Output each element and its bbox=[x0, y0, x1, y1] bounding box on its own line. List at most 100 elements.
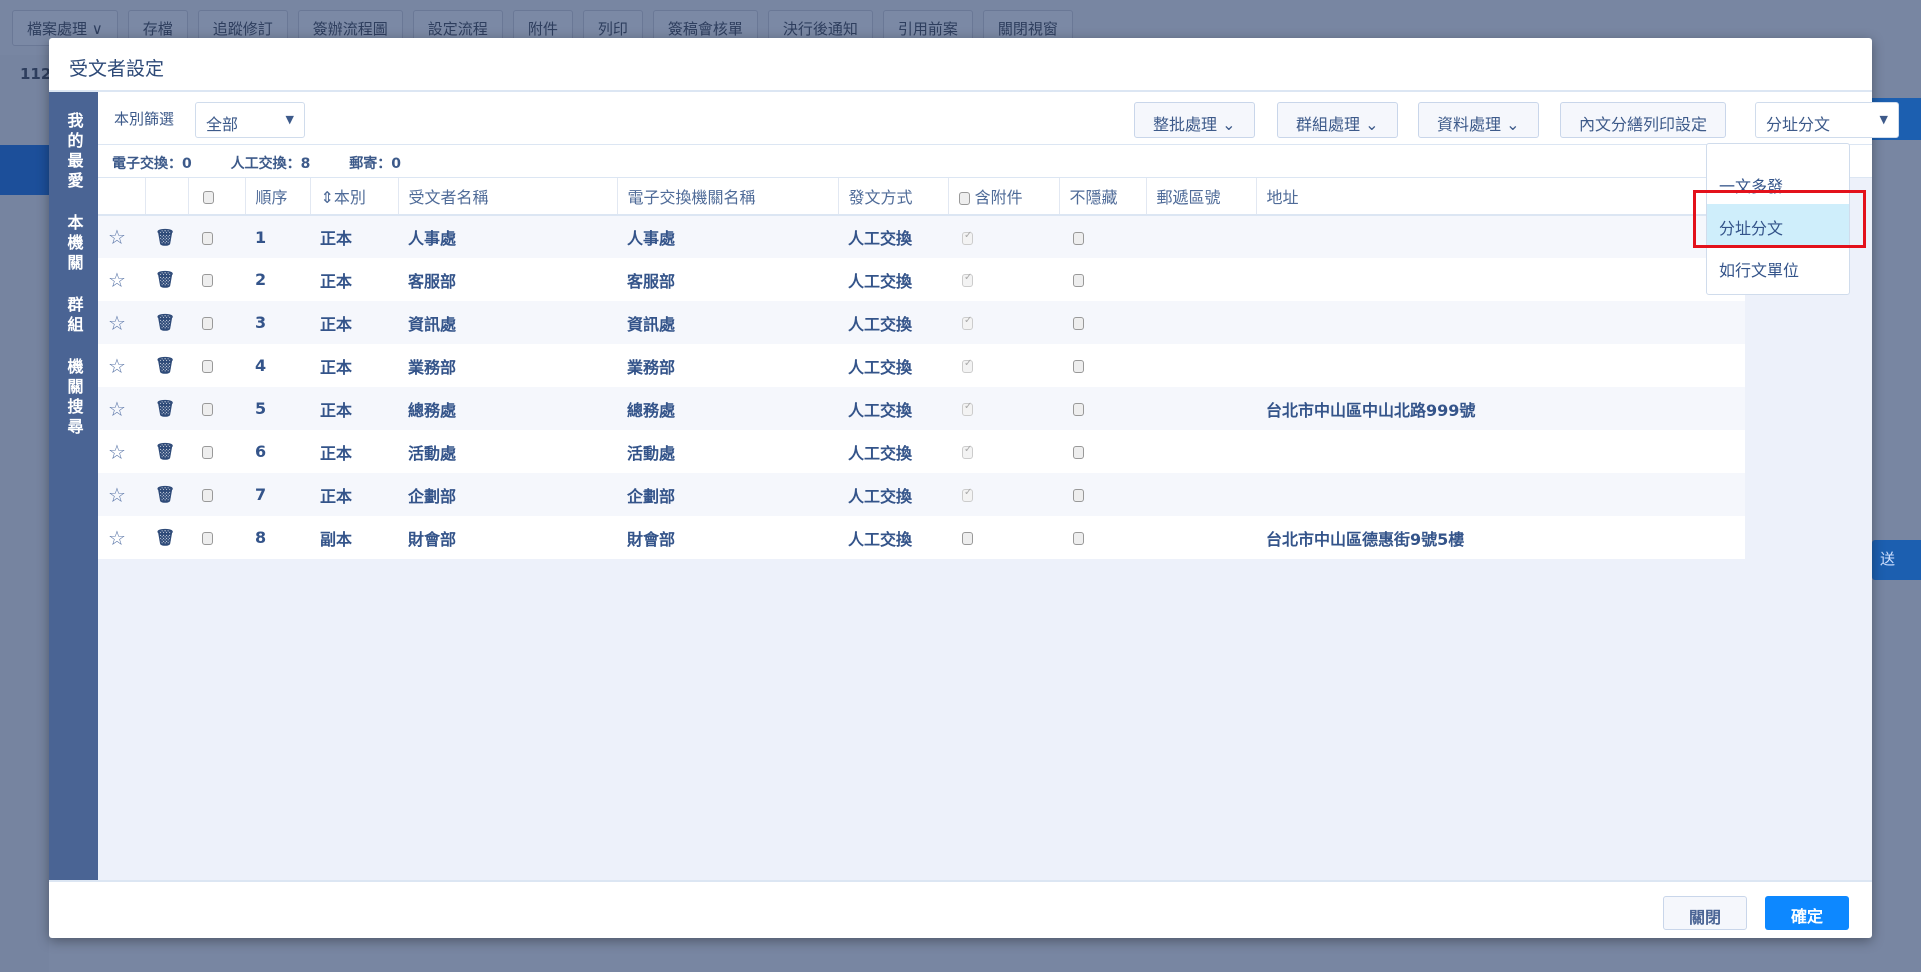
stat-electronic: 電子交換：0 bbox=[112, 156, 192, 172]
select-all-checkbox[interactable] bbox=[202, 190, 214, 204]
zip bbox=[1146, 516, 1256, 559]
order: 7 bbox=[245, 473, 310, 516]
zip bbox=[1146, 387, 1256, 430]
sidebar-item-agency-search[interactable]: 機關搜尋 bbox=[62, 358, 86, 438]
background-tab bbox=[0, 145, 49, 195]
copy-type: 正本 bbox=[320, 271, 353, 291]
close-button[interactable]: 關閉 bbox=[1663, 896, 1747, 930]
caret-down-icon: ▼ bbox=[1879, 113, 1888, 126]
send-method: 人工交換 bbox=[838, 387, 948, 430]
visible-checkbox[interactable] bbox=[1073, 317, 1084, 330]
sidebar-item-favorites[interactable]: 我的最愛 bbox=[62, 112, 86, 192]
filter-label: 本別篩選 bbox=[114, 110, 175, 128]
copy-type: 正本 bbox=[320, 443, 353, 463]
menu-item-as-sender[interactable]: 如行文單位 bbox=[1707, 246, 1849, 288]
row-checkbox[interactable] bbox=[202, 360, 213, 373]
address bbox=[1256, 344, 1745, 387]
row-checkbox[interactable] bbox=[202, 489, 213, 502]
trash-icon[interactable]: 🗑 bbox=[155, 528, 175, 547]
trash-icon[interactable]: 🗑 bbox=[155, 270, 175, 289]
attach-all-checkbox[interactable] bbox=[958, 192, 970, 205]
order: 3 bbox=[245, 301, 310, 344]
row-checkbox[interactable] bbox=[202, 317, 213, 330]
zip bbox=[1146, 344, 1256, 387]
star-icon[interactable]: ☆ bbox=[108, 483, 126, 507]
attach-checkbox[interactable] bbox=[962, 401, 973, 416]
batch-process-button[interactable]: 整批處理 ⌄ bbox=[1134, 102, 1255, 138]
table-row: ☆ 🗑 5 正本 總務處 總務處 人工交換 台北市中山區中山北路999號 bbox=[98, 387, 1745, 430]
trash-icon[interactable]: 🗑 bbox=[155, 313, 175, 332]
row-checkbox[interactable] bbox=[202, 446, 213, 459]
col-order[interactable]: 順序 bbox=[245, 178, 311, 216]
recipient-name: 人事處 bbox=[398, 215, 617, 258]
exchange-stats: 電子交換：0 人工交換：8 郵寄：0 bbox=[98, 145, 1872, 178]
copy-type-filter-select[interactable]: 全部 ▼ bbox=[195, 102, 305, 138]
attach-checkbox[interactable] bbox=[962, 272, 973, 287]
star-icon[interactable]: ☆ bbox=[108, 311, 126, 335]
recipient-name: 企劃部 bbox=[398, 473, 617, 516]
visible-checkbox[interactable] bbox=[1073, 489, 1084, 502]
copy-type: 正本 bbox=[310, 215, 398, 258]
stat-manual: 人工交換：8 bbox=[230, 156, 311, 172]
visible-checkbox[interactable] bbox=[1073, 403, 1084, 416]
address bbox=[1256, 215, 1745, 258]
sidebar-item-this-agency[interactable]: 本機關 bbox=[62, 214, 86, 274]
table-row: ☆ 🗑 2 正本 客服部 客服部 人工交換 bbox=[98, 258, 1745, 301]
attach-checkbox[interactable] bbox=[962, 532, 973, 545]
highlight-box bbox=[1693, 190, 1866, 248]
order: 2 bbox=[255, 270, 267, 289]
star-icon[interactable]: ☆ bbox=[108, 354, 126, 378]
star-icon[interactable]: ☆ bbox=[108, 225, 126, 249]
trash-icon[interactable]: 🗑 bbox=[155, 356, 175, 375]
visible-checkbox[interactable] bbox=[1073, 274, 1084, 287]
attach-checkbox[interactable] bbox=[962, 444, 973, 459]
exchange-org: 企劃部 bbox=[617, 473, 838, 516]
background-send-button: 送 bbox=[1872, 540, 1921, 580]
sidebar-item-groups[interactable]: 群組 bbox=[62, 296, 86, 336]
star-icon[interactable]: ☆ bbox=[108, 397, 126, 421]
chevron-down-icon: ⌄ bbox=[1506, 115, 1520, 134]
data-process-button[interactable]: 資料處理 ⌄ bbox=[1418, 102, 1539, 138]
col-type[interactable]: ⇕本別 bbox=[310, 178, 399, 216]
zip bbox=[1146, 473, 1256, 516]
send-method: 人工交換 bbox=[838, 215, 948, 258]
trash-icon[interactable]: 🗑 bbox=[155, 228, 175, 247]
recipient-settings-dialog: 受文者設定 我的最愛 本機關 群組 機關搜尋 本別篩選 全部 ▼ 整批處理 ⌄ 群… bbox=[49, 38, 1899, 938]
recipient-toolbar: 本別篩選 全部 ▼ 整批處理 ⌄ 群組處理 ⌄ 資料處理 ⌄ 內文分繕列印設定 分… bbox=[98, 92, 1899, 145]
star-icon[interactable]: ☆ bbox=[108, 526, 126, 550]
zip bbox=[1146, 430, 1256, 473]
star-icon[interactable]: ☆ bbox=[108, 440, 126, 464]
trash-icon[interactable]: 🗑 bbox=[155, 399, 175, 418]
table-row: ☆ 🗑 7 正本 企劃部 企劃部 人工交換 bbox=[98, 473, 1745, 516]
table-row: ☆ 🗑 8 副本 財會部 財會部 人工交換 台北市中山區德惠街9號5樓 bbox=[98, 516, 1745, 559]
group-process-button[interactable]: 群組處理 ⌄ bbox=[1277, 102, 1398, 138]
copy-type: 正本 bbox=[320, 357, 353, 377]
table-row: ☆ 🗑 6 正本 活動處 活動處 人工交換 bbox=[98, 430, 1745, 473]
chevron-down-icon: ⌄ bbox=[1365, 115, 1379, 134]
trash-icon[interactable]: 🗑 bbox=[155, 442, 175, 461]
address bbox=[1256, 258, 1745, 301]
attach-checkbox[interactable] bbox=[962, 358, 973, 373]
order: 6 bbox=[255, 442, 267, 461]
star-icon[interactable]: ☆ bbox=[108, 268, 126, 292]
visible-checkbox[interactable] bbox=[1073, 532, 1084, 545]
attach-checkbox[interactable] bbox=[962, 487, 973, 502]
exchange-org: 客服部 bbox=[627, 271, 676, 291]
zip bbox=[1146, 258, 1256, 301]
confirm-button[interactable]: 確定 bbox=[1765, 896, 1849, 930]
row-checkbox[interactable] bbox=[202, 403, 213, 416]
recipient-name: 業務部 bbox=[408, 357, 457, 377]
visible-checkbox[interactable] bbox=[1073, 360, 1084, 373]
col-org: 電子交換機關名稱 bbox=[617, 178, 839, 216]
attach-checkbox[interactable] bbox=[962, 230, 973, 245]
row-checkbox[interactable] bbox=[202, 274, 213, 287]
print-settings-button[interactable]: 內文分繕列印設定 bbox=[1560, 102, 1727, 138]
dialog-footer: 關閉 確定 bbox=[49, 880, 1872, 938]
distribution-mode-select[interactable]: 分址分文 ▼ bbox=[1755, 102, 1899, 138]
trash-icon[interactable]: 🗑 bbox=[155, 485, 175, 504]
visible-checkbox[interactable] bbox=[1073, 446, 1084, 459]
row-checkbox[interactable] bbox=[202, 231, 213, 245]
attach-checkbox[interactable] bbox=[962, 315, 973, 330]
row-checkbox[interactable] bbox=[202, 532, 213, 545]
visible-checkbox[interactable] bbox=[1073, 231, 1084, 245]
